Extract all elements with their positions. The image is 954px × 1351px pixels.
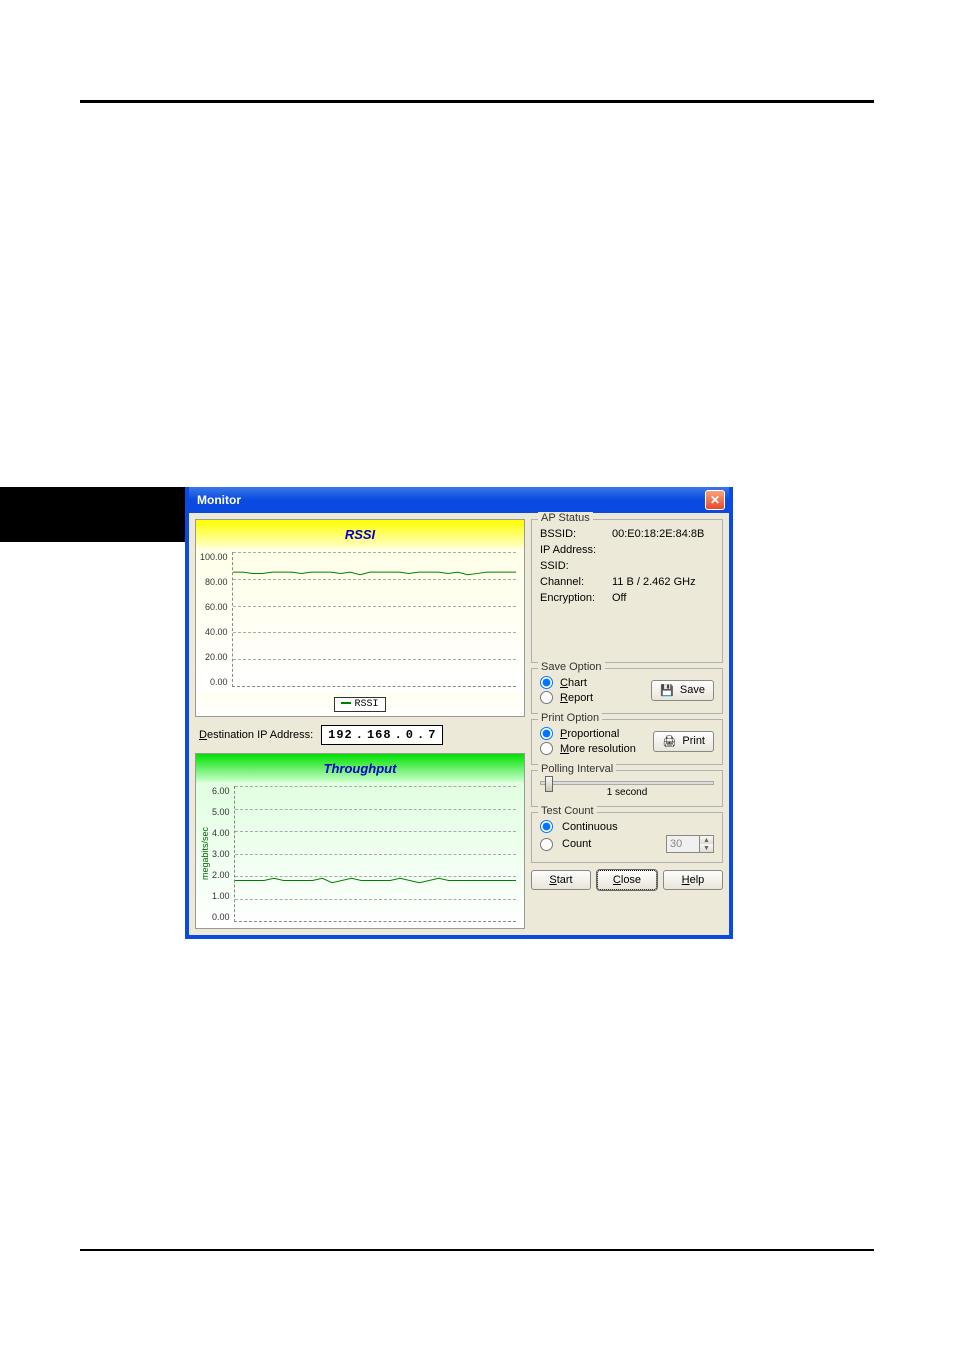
rssi-plot-area <box>232 552 516 687</box>
save-option-legend: Save Option <box>538 661 605 673</box>
print-button[interactable]: 🖨 Print <box>653 731 714 752</box>
throughput-chart: Throughput megabits/sec 6.005.004.003.00… <box>195 753 525 929</box>
ap-status-label: Channel: <box>540 576 612 588</box>
destination-ip-row: Destination IP Address: 192. 168. 0. 7 <box>195 723 525 747</box>
throughput-y-ticks: 6.005.004.003.002.001.000.00 <box>212 786 234 922</box>
ap-status-value <box>612 544 714 556</box>
slider-thumb[interactable] <box>545 776 553 792</box>
ap-status-value: Off <box>612 592 714 604</box>
ap-status-value <box>612 560 714 572</box>
ap-status-row: IP Address: <box>540 542 714 558</box>
spinner-down-icon[interactable]: ▼ <box>699 844 713 852</box>
monitor-dialog: Monitor ✕ RSSI 100.0080.0060.0040.0020.0… <box>185 487 733 939</box>
ap-status-label: SSID: <box>540 560 612 572</box>
dialog-title: Monitor <box>197 493 705 507</box>
ap-status-label: Encryption: <box>540 592 612 604</box>
polling-interval-group: Polling Interval 1 second <box>531 770 723 807</box>
print-more-resolution-label: More resolution <box>560 743 636 755</box>
rssi-line <box>233 552 516 686</box>
save-option-group: Save Option Chart Report 💾 Save <box>531 668 723 714</box>
print-proportional-radio[interactable] <box>540 727 553 740</box>
ap-status-legend: AP Status <box>538 512 593 524</box>
throughput-line <box>235 786 516 921</box>
ap-status-row: BSSID:00:E0:18:2E:84:8B <box>540 526 714 542</box>
polling-interval-legend: Polling Interval <box>538 763 616 775</box>
save-chart-radio[interactable] <box>540 676 553 689</box>
print-option-legend: Print Option <box>538 712 602 724</box>
throughput-chart-title: Throughput <box>196 754 524 782</box>
page-side-tab <box>0 487 185 542</box>
test-count-label: Count <box>562 838 660 850</box>
throughput-plot-area <box>234 786 516 922</box>
help-button[interactable]: Help <box>663 870 723 890</box>
ap-status-value: 00:E0:18:2E:84:8B <box>612 528 714 540</box>
print-more-resolution-radio[interactable] <box>540 742 553 755</box>
print-icon: 🖨 <box>662 735 676 748</box>
ap-status-row: SSID: <box>540 558 714 574</box>
close-icon[interactable]: ✕ <box>705 490 725 510</box>
test-count-value[interactable] <box>667 836 699 852</box>
rssi-chart-title: RSSI <box>196 520 524 548</box>
test-count-group: Test Count Continuous Count ▲ ▼ <box>531 812 723 863</box>
test-continuous-radio[interactable] <box>540 820 553 833</box>
print-option-group: Print Option Proportional More resolutio… <box>531 719 723 765</box>
ap-status-group: AP Status BSSID:00:E0:18:2E:84:8BIP Addr… <box>531 519 723 663</box>
test-count-legend: Test Count <box>538 805 597 817</box>
close-button[interactable]: Close <box>597 870 657 890</box>
spinner-up-icon[interactable]: ▲ <box>699 836 713 844</box>
print-proportional-label: Proportional <box>560 728 619 740</box>
ap-status-row: Encryption:Off <box>540 590 714 606</box>
rssi-chart: RSSI 100.0080.0060.0040.0020.000.00 RSSI <box>195 519 525 717</box>
rssi-legend: RSSI <box>196 693 524 716</box>
polling-interval-slider[interactable] <box>540 781 714 785</box>
test-count-spinner[interactable]: ▲ ▼ <box>666 835 714 853</box>
titlebar[interactable]: Monitor ✕ <box>189 487 729 513</box>
ap-status-label: IP Address: <box>540 544 612 556</box>
destination-ip-label: Destination IP Address: <box>199 729 313 741</box>
save-report-radio[interactable] <box>540 691 553 704</box>
ap-status-value: 11 B / 2.462 GHz <box>612 576 714 588</box>
ap-status-row: Channel:11 B / 2.462 GHz <box>540 574 714 590</box>
test-continuous-label: Continuous <box>562 821 618 833</box>
ap-status-label: BSSID: <box>540 528 612 540</box>
destination-ip-input[interactable]: 192. 168. 0. 7 <box>321 725 443 745</box>
throughput-y-label: megabits/sec <box>200 827 210 880</box>
horizontal-rule <box>80 100 874 103</box>
save-chart-label: Chart <box>560 677 587 689</box>
save-icon: 💾 <box>660 684 674 697</box>
test-count-radio[interactable] <box>540 838 553 851</box>
save-report-label: Report <box>560 692 593 704</box>
save-button[interactable]: 💾 Save <box>651 680 714 701</box>
rssi-y-ticks: 100.0080.0060.0040.0020.000.00 <box>200 552 232 687</box>
dialog-button-row: Start Close Help <box>531 870 723 890</box>
polling-interval-value: 1 second <box>540 787 714 798</box>
horizontal-rule <box>80 1249 874 1251</box>
start-button[interactable]: Start <box>531 870 591 890</box>
